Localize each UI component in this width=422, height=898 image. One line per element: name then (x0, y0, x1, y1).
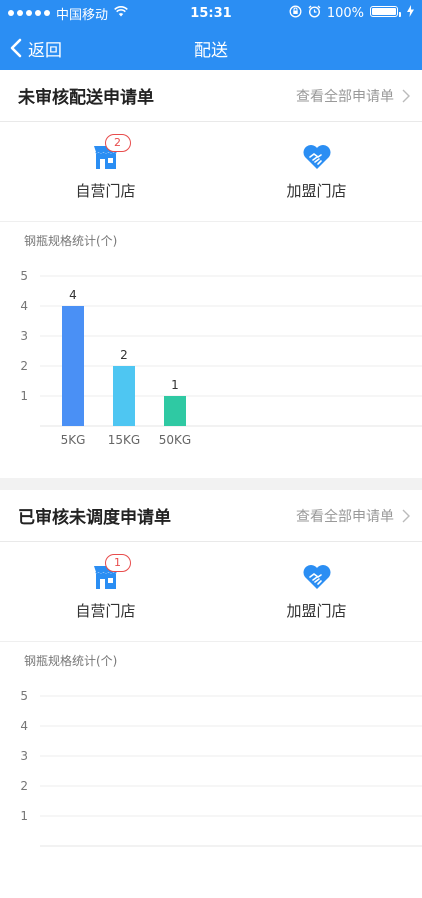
view-all-label: 查看全部申请单 (296, 88, 394, 105)
bar-value-label: 1 (171, 378, 179, 392)
x-tick-label: 15KG (108, 433, 140, 447)
clock: 15:31 (190, 5, 232, 21)
y-tick-label: 2 (20, 779, 28, 793)
page-title: 配送 (194, 40, 228, 61)
store-icon-wrap: 2 (91, 134, 131, 172)
pending-count-badge: 1 (104, 554, 131, 572)
y-tick-label: 3 (20, 329, 28, 343)
y-tick-label: 2 (20, 359, 28, 373)
store-label: 自营门店 (75, 602, 136, 620)
bar-value-label: 2 (120, 348, 128, 362)
y-tick-label: 5 (20, 689, 28, 703)
store-label: 自营门店 (75, 182, 136, 200)
section-title: 已审核未调度申请单 (18, 508, 171, 528)
x-tick-label: 5KG (61, 433, 86, 447)
section-unreviewed: 未审核配送申请单 查看全部申请单 2 自营门店 加盟门店 钢瓶规格统计(个) 1… (0, 70, 422, 478)
chart-title: 钢瓶规格统计(个) (24, 654, 118, 668)
alarm-icon (308, 5, 321, 22)
store-label: 加盟门店 (286, 182, 347, 200)
store-selector: 2 自营门店 加盟门店 (0, 122, 422, 222)
handshake-icon-wrap (302, 562, 332, 592)
bar (164, 396, 186, 426)
nav-bar: 返回 配送 (0, 26, 422, 70)
section-header: 已审核未调度申请单 查看全部申请单 (0, 490, 422, 542)
chevron-right-icon (402, 89, 410, 102)
wifi-icon (114, 5, 128, 21)
franchise-store-button[interactable]: 加盟门店 (211, 122, 422, 221)
y-tick-label: 1 (20, 389, 28, 403)
section-title: 未审核配送申请单 (18, 88, 154, 108)
carrier-label: 中国移动 (56, 7, 109, 23)
y-tick-label: 5 (20, 269, 28, 283)
status-bar: 中国移动 15:31 100% (0, 0, 422, 26)
self-operated-store-button[interactable]: 1 自营门店 (0, 542, 211, 641)
charging-icon (407, 5, 414, 21)
y-tick-label: 4 (20, 299, 28, 313)
back-label: 返回 (28, 40, 62, 61)
view-all-link[interactable]: 查看全部申请单 (296, 506, 410, 526)
battery-icon (370, 5, 401, 21)
section-divider (0, 478, 422, 490)
handshake-heart-icon (303, 145, 330, 169)
chevron-left-icon (10, 38, 22, 58)
y-tick-label: 4 (20, 719, 28, 733)
battery-percent: 100% (326, 5, 364, 21)
bar (62, 306, 84, 426)
x-tick-label: 50KG (159, 433, 191, 447)
store-icon-wrap: 1 (91, 554, 131, 592)
signal-icon (8, 10, 50, 16)
cylinder-spec-chart: 1 2 3 4 5 4 5KG 2 15KG 1 50KG (0, 246, 422, 478)
bar-chart: 1 2 3 4 5 (20, 689, 422, 847)
franchise-store-button[interactable]: 加盟门店 (211, 542, 422, 641)
store-label: 加盟门店 (286, 602, 347, 620)
view-all-label: 查看全部申请单 (296, 508, 394, 525)
handshake-heart-icon (303, 565, 330, 589)
back-button[interactable]: 返回 (0, 36, 62, 61)
chevron-right-icon (402, 509, 410, 522)
self-operated-store-button[interactable]: 2 自营门店 (0, 122, 211, 221)
cylinder-spec-chart: 1 2 3 4 5 (0, 666, 422, 898)
status-right: 100% (274, 5, 414, 22)
chart-title: 钢瓶规格统计(个) (24, 234, 118, 248)
section-reviewed-unscheduled: 已审核未调度申请单 查看全部申请单 1 自营门店 加盟门店 钢瓶规格统计(个) … (0, 490, 422, 898)
section-header: 未审核配送申请单 查看全部申请单 (0, 70, 422, 122)
bar-value-label: 4 (69, 288, 77, 302)
y-tick-label: 3 (20, 749, 28, 763)
status-left: 中国移动 (8, 4, 148, 23)
rotation-lock-icon (289, 5, 302, 22)
view-all-link[interactable]: 查看全部申请单 (296, 86, 410, 106)
store-selector: 1 自营门店 加盟门店 (0, 542, 422, 642)
handshake-icon-wrap (302, 142, 332, 172)
y-tick-label: 1 (20, 809, 28, 823)
pending-count-badge: 2 (104, 134, 131, 152)
bar (113, 366, 135, 426)
bar-chart: 1 2 3 4 5 4 5KG 2 15KG 1 50KG (20, 269, 422, 447)
